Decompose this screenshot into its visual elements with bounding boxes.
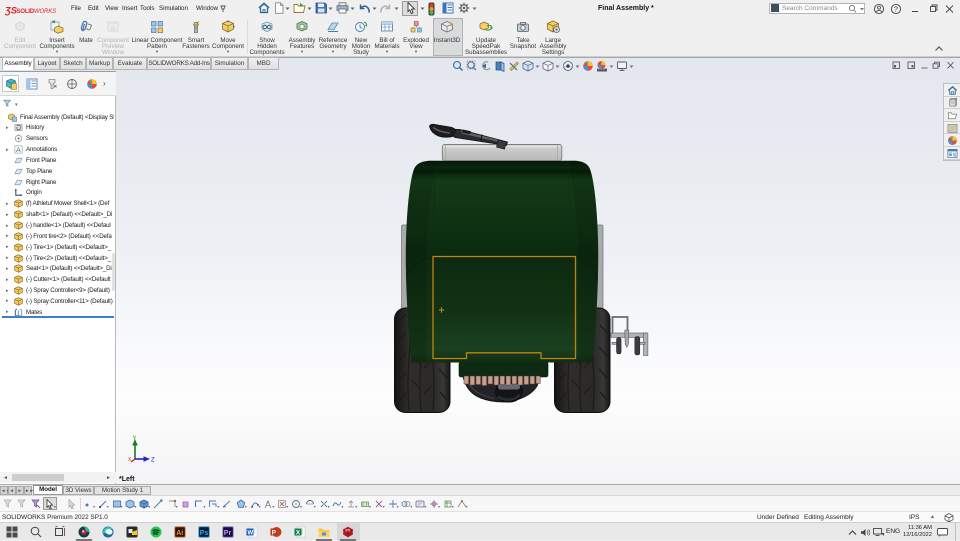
svg-text:A: A	[16, 147, 21, 154]
svg-text:Ps: Ps	[200, 530, 209, 537]
svg-text:Ai: Ai	[176, 530, 183, 537]
svg-text:SW: SW	[345, 529, 350, 533]
svg-text:?: ?	[894, 5, 898, 14]
svg-text:P: P	[272, 529, 277, 536]
svg-text:X: X	[296, 529, 301, 536]
svg-text:Z: Z	[151, 458, 155, 464]
svg-text:Pr: Pr	[224, 530, 232, 537]
svg-text:✓: ✓	[266, 500, 270, 505]
svg-text:W: W	[248, 530, 254, 536]
svg-text:Y: Y	[133, 436, 137, 442]
